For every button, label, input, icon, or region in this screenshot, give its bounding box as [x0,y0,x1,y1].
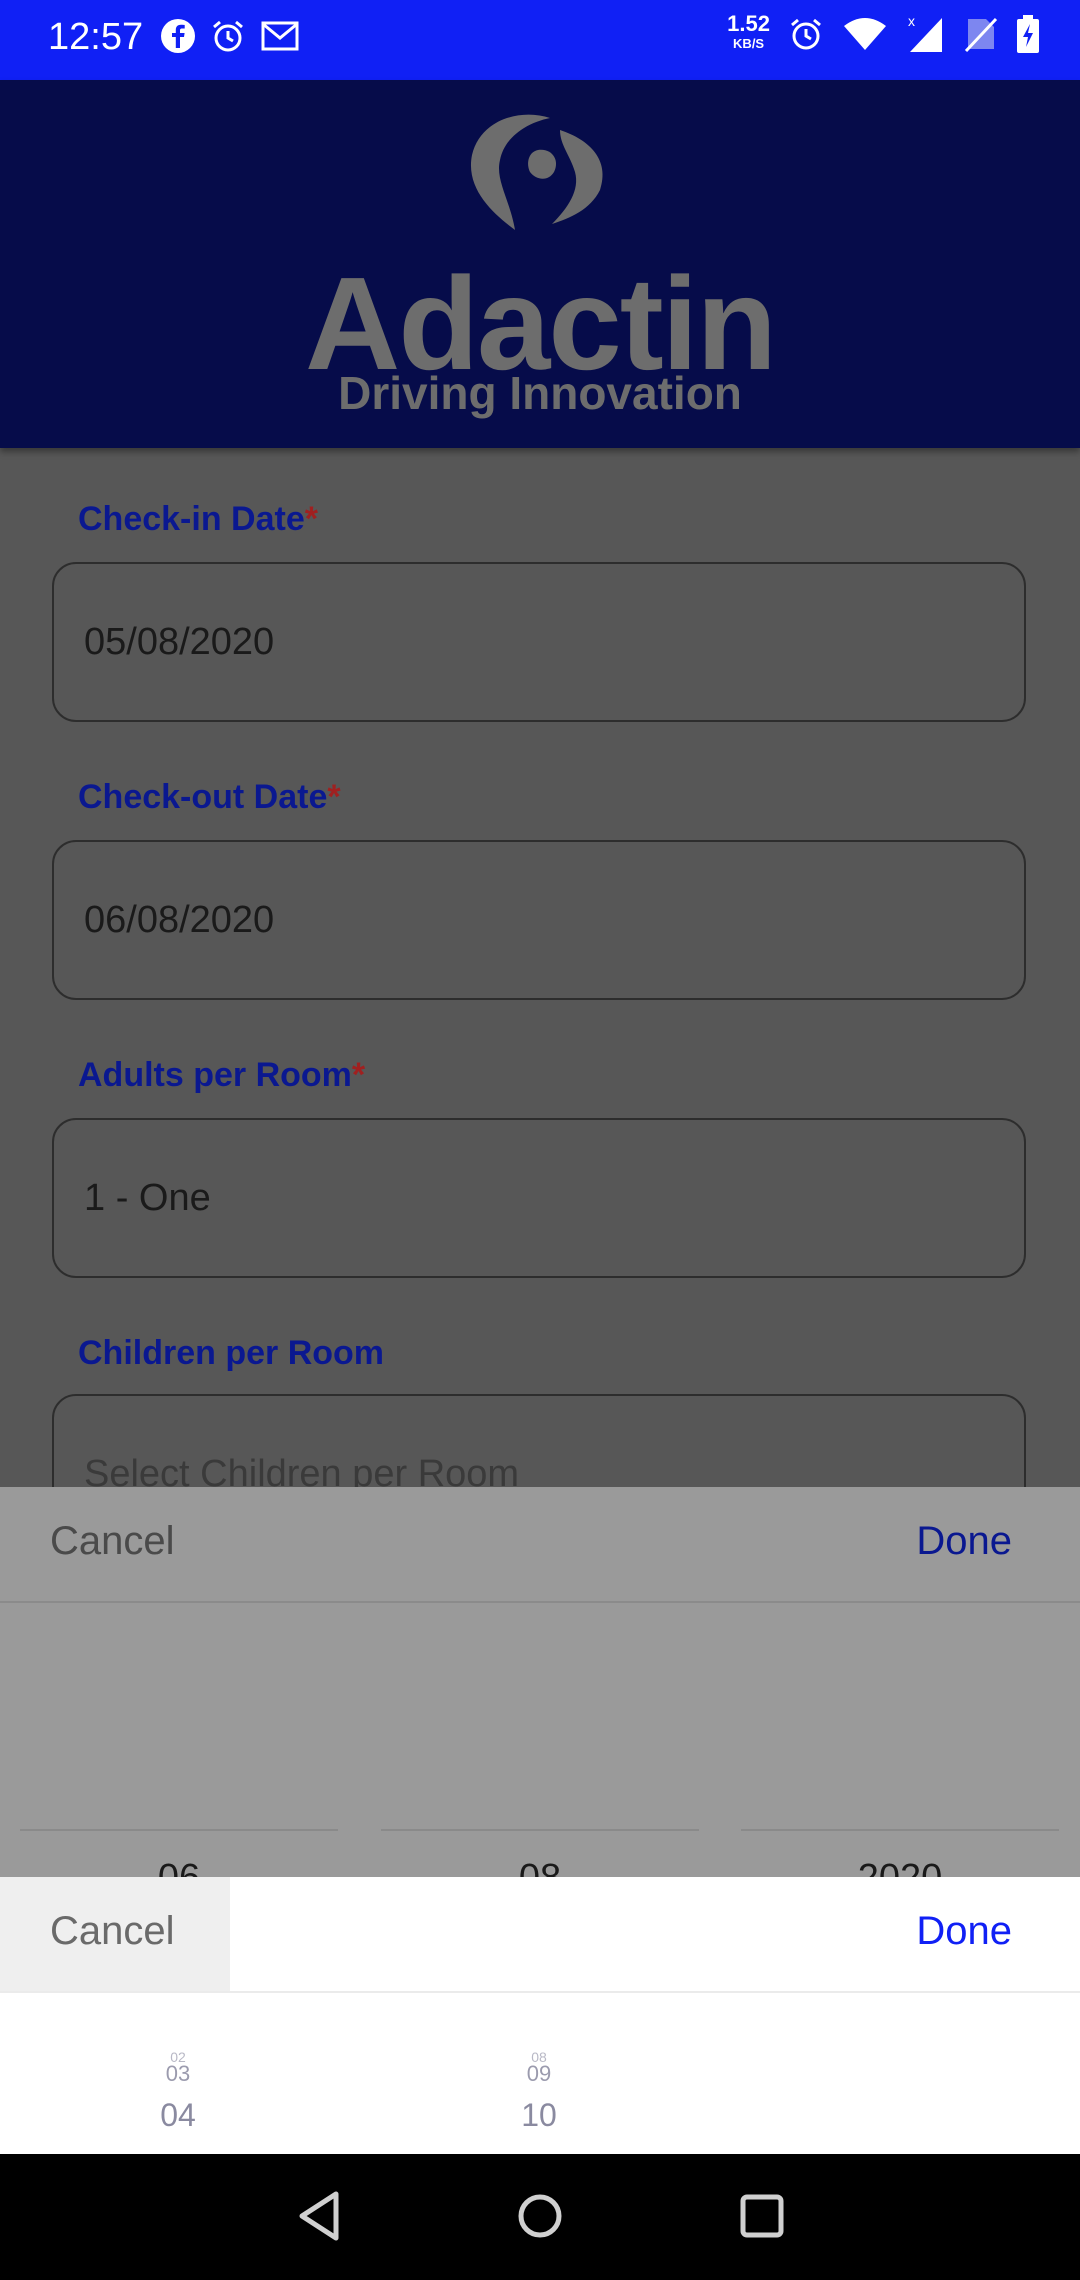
logo-tagline: Driving Innovation [338,367,742,419]
system-nav-bar [0,2154,1080,2280]
adults-label-text: Adults per Room [78,1056,352,1094]
checkin-date-field[interactable]: 05/08/2020 [52,562,1026,722]
picker-divider [20,1829,338,1831]
net-speed-value: 1.52 [727,11,770,36]
gmail-icon [261,21,299,51]
notification-icons [160,18,300,54]
cancel-button[interactable]: Cancel [50,1909,175,1954]
done-button[interactable]: Done [916,1909,1012,1954]
date-picker-sheet-back: Cancel Done 06 08 2020 [0,1487,1080,1899]
wheel-item: 03 [165,2061,191,2086]
home-nav-icon[interactable] [516,2190,564,2242]
wheel-item: 10 [521,2097,557,2133]
checkin-label-text: Check-in Date [78,500,305,538]
done-button-back[interactable]: Done [916,1519,1012,1564]
system-icons: 1.52 KB/S x [727,11,1040,54]
status-time: 12:57 [48,16,144,58]
picker-toolbar: Cancel Done [0,1877,1080,1993]
picker-divider [381,1829,699,1831]
signal-icon: x [908,14,942,52]
facebook-icon [161,19,195,53]
date-picker-sheet: Cancel Done 02 03 04 08 09 10 [0,1877,1080,2154]
net-speed-unit: KB/S [733,36,765,51]
required-marker: * [327,778,341,816]
adults-select-field[interactable]: 1 - One [52,1118,1026,1278]
required-marker: * [304,500,318,538]
picker-divider [741,1829,1059,1831]
checkout-label-text: Check-out Date [78,778,328,816]
back-nav-icon[interactable] [296,2190,344,2242]
status-bar: 12:57 1.52 KB/S x [0,0,1080,80]
app-header: Adactin Driving Innovation [0,80,1080,448]
checkout-date-field[interactable]: 06/08/2020 [52,840,1026,1000]
svg-text:x: x [908,14,915,29]
adults-label: Adults per Room* [78,1056,365,1095]
wheel-item: 04 [160,2097,196,2133]
net-speed: 1.52 KB/S [727,11,770,54]
wifi-icon [844,18,886,50]
cancel-button-back[interactable]: Cancel [50,1519,175,1564]
battery-charging-icon [1017,15,1039,53]
no-sim-icon [964,17,998,53]
checkin-label: Check-in Date* [78,500,318,539]
children-label: Children per Room [78,1334,385,1372]
checkout-label: Check-out Date* [78,778,341,817]
wheel-item: 09 [526,2061,552,2086]
alarm-icon [791,18,821,50]
recents-nav-icon[interactable] [738,2190,786,2242]
alarm-icon [213,20,243,52]
picker-toolbar-back: Cancel Done [0,1487,1080,1603]
required-marker: * [351,1056,366,1094]
adactin-logo-icon [470,114,603,230]
